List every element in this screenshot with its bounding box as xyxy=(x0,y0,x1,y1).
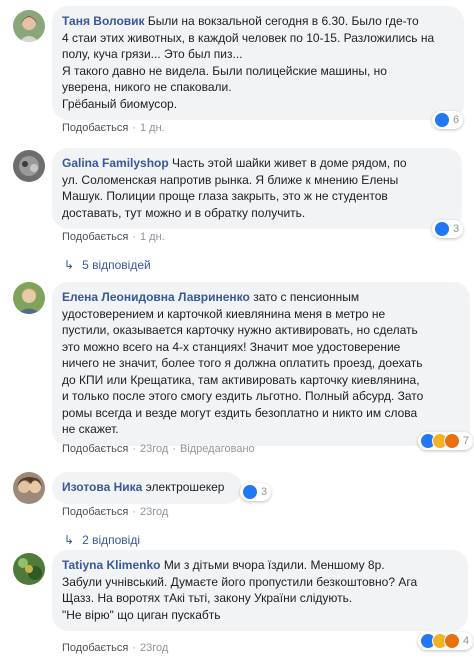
reaction-summary[interactable]: 6 xyxy=(432,111,464,129)
reaction-count: 7 xyxy=(463,435,470,447)
timestamp[interactable]: 1 дн. xyxy=(140,231,165,243)
avatar[interactable] xyxy=(13,282,45,314)
avatar[interactable] xyxy=(13,472,45,504)
timestamp[interactable]: 23год xyxy=(140,443,168,455)
separator: · xyxy=(132,506,136,518)
edited-label[interactable]: Відредаговано xyxy=(180,443,255,455)
comment-text: Были на вокзальной сегодня в 6.30. Было … xyxy=(62,14,435,111)
avatar-image xyxy=(13,150,45,182)
reply-arrow-icon: ↳ xyxy=(64,258,75,272)
separator: · xyxy=(132,122,136,134)
angry-icon xyxy=(444,633,460,649)
like-button[interactable]: Подобається xyxy=(62,443,128,455)
like-icon xyxy=(434,221,450,237)
avatar-image xyxy=(13,553,45,585)
reaction-count: 4 xyxy=(463,635,470,647)
comment-actions: Подобається · 23год xyxy=(62,642,168,654)
comment-actions: Подобається · 1 дн. xyxy=(62,122,165,134)
avatar-image xyxy=(13,282,45,314)
comment-author[interactable]: Таня Воловик xyxy=(62,14,145,28)
view-replies-link[interactable]: ↳ 2 відповіді xyxy=(64,533,140,547)
avatar[interactable] xyxy=(13,553,45,585)
view-replies-link[interactable]: ↳ 5 відповідей xyxy=(64,258,151,272)
comment-author[interactable]: Изотова Ника xyxy=(62,480,142,494)
comment-author[interactable]: Galina Familyshop xyxy=(62,156,169,170)
comment-author[interactable]: Елена Леонидовна Лавриненко xyxy=(62,290,250,304)
separator: · xyxy=(132,231,136,243)
timestamp[interactable]: 23год xyxy=(140,642,168,654)
comment-author[interactable]: Tatiyna Klimenko xyxy=(62,558,160,572)
reaction-count: 3 xyxy=(453,223,460,235)
separator: · xyxy=(132,443,136,455)
comment-actions: Подобається · 23год xyxy=(62,506,168,518)
comment-bubble: Изотова Ника электрошекер xyxy=(52,472,242,504)
comment-bubble: Таня Воловик Были на вокзальной сегодня … xyxy=(52,6,464,120)
reaction-count: 3 xyxy=(261,486,268,498)
reply-arrow-icon: ↳ xyxy=(64,533,75,547)
angry-icon xyxy=(444,433,460,449)
reaction-summary[interactable]: 7 xyxy=(418,432,474,450)
separator: · xyxy=(132,642,136,654)
comment-bubble: Galina Familyshop Часть этой шайки живет… xyxy=(52,148,462,229)
timestamp[interactable]: 1 дн. xyxy=(140,122,165,134)
reaction-summary[interactable]: 3 xyxy=(240,483,272,501)
like-button[interactable]: Подобається xyxy=(62,642,128,654)
comment-bubble: Tatiyna Klimenko Ми з дітьми вчора їздил… xyxy=(52,550,468,631)
replies-count: 2 відповіді xyxy=(82,533,140,547)
avatar[interactable] xyxy=(13,150,45,182)
avatar-image xyxy=(13,10,45,42)
comment-text: зато с пенсионным удостоверением и карто… xyxy=(62,290,424,436)
like-icon xyxy=(242,484,258,500)
separator: · xyxy=(172,443,176,455)
reaction-summary[interactable]: 4 xyxy=(418,632,474,650)
reaction-summary[interactable]: 3 xyxy=(432,220,464,238)
comment-bubble: Елена Леонидовна Лавриненко зато с пенси… xyxy=(52,282,470,446)
like-button[interactable]: Подобається xyxy=(62,122,128,134)
comment-text: электрошекер xyxy=(145,480,225,494)
reaction-count: 6 xyxy=(453,114,460,126)
comment-actions: Подобається · 1 дн. xyxy=(62,231,165,243)
like-button[interactable]: Подобається xyxy=(62,231,128,243)
timestamp[interactable]: 23год xyxy=(140,506,168,518)
like-icon xyxy=(434,112,450,128)
avatar[interactable] xyxy=(13,10,45,42)
replies-count: 5 відповідей xyxy=(82,258,151,272)
like-button[interactable]: Подобається xyxy=(62,506,128,518)
avatar-image xyxy=(13,472,45,504)
comment-actions: Подобається · 23год · Відредаговано xyxy=(62,443,255,455)
